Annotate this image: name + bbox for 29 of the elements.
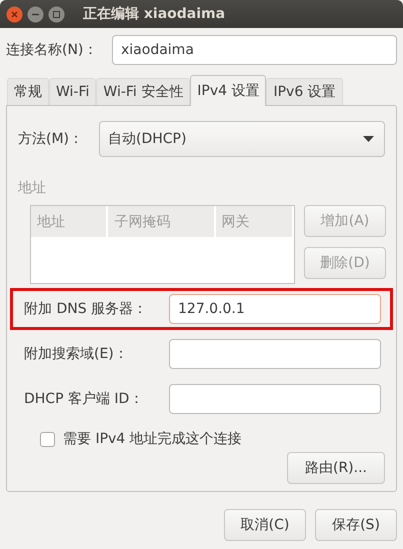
text-field[interactable] [169,339,381,369]
field-label: 连接名称(N)： [6,41,98,59]
text-field[interactable] [169,384,381,414]
dialog-button[interactable]: 保存(S) [315,509,397,541]
caret-icon [363,136,374,142]
column-header: 子网掩码 [108,206,214,237]
field-label: 方法(M)： [18,130,84,148]
connection-name-field[interactable]: xiaodaima [112,35,397,65]
minimize-icon[interactable] [27,6,44,22]
section-title: 地址 [18,179,46,197]
tab[interactable]: 常规 [7,78,49,105]
close-icon[interactable] [6,6,23,22]
field-label: 附加 DNS 服务器： [23,300,148,318]
tab[interactable]: IPv6 设置 [266,78,343,105]
text-field[interactable]: 127.0.0.1 [169,294,381,324]
checkbox[interactable] [40,432,55,446]
method-dropdown[interactable]: 自动(DHCP) [99,121,385,157]
column-header: 网关 [216,206,292,237]
window-title: 正在编辑 xiaodaima [83,5,226,23]
field-label: DHCP 客户端 ID： [23,390,144,408]
tab[interactable]: Wi-Fi [49,78,96,105]
tab[interactable]: Wi-Fi 安全性 [96,78,190,105]
routes-button[interactable]: 路由(R)... [287,452,385,484]
tab[interactable]: IPv4 设置 [190,75,266,106]
field-label: 附加搜索域(E)： [23,345,129,363]
column-header: 地址 [31,206,106,237]
checkbox-label: 需要 IPv4 地址完成这个连接 [63,430,242,448]
maximize-icon[interactable] [48,6,65,22]
dialog-button[interactable]: 取消(C) [224,509,306,541]
